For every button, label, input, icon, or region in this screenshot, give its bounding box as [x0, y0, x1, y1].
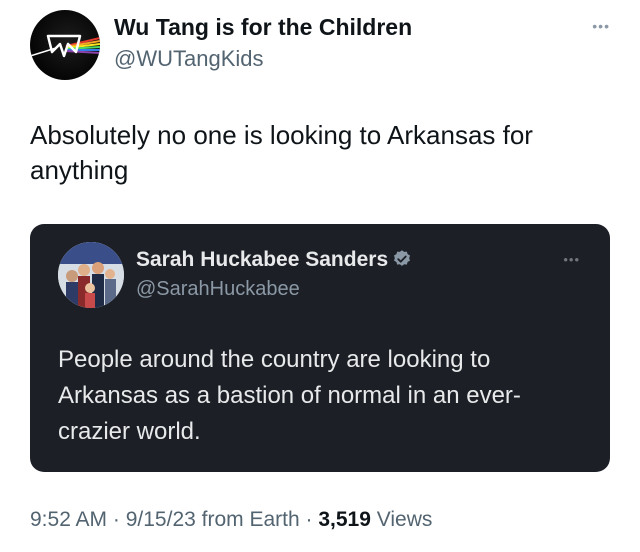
tweet-source: from Earth	[195, 508, 300, 531]
wu-tang-logo-icon	[30, 34, 100, 58]
author-handle[interactable]: @WUTangKids	[114, 46, 264, 72]
quoted-author-display-name[interactable]: Sarah Huckabee Sanders	[136, 248, 412, 272]
author-avatar[interactable]	[30, 10, 100, 80]
views-label: Views	[370, 508, 433, 531]
tweet-metadata: 9:52 AM · 9/15/23 from Earth · 3,519 Vie…	[30, 508, 432, 532]
separator-dot: ·	[299, 508, 319, 531]
tweet-text: Absolutely no one is looking to Arkansas…	[30, 120, 533, 185]
verified-badge-icon	[394, 250, 411, 266]
quoted-author-avatar[interactable]	[58, 242, 124, 308]
family-photo-icon	[58, 242, 124, 308]
quoted-author-name-text: Sarah Huckabee Sanders	[136, 248, 389, 271]
more-options-icon[interactable]: •••	[592, 18, 610, 34]
quoted-tweet-text: People around the country are looking to…	[58, 346, 521, 445]
quoted-tweet[interactable]: Sarah Huckabee Sanders @SarahHuckabee ••…	[30, 224, 610, 472]
quoted-more-options-icon[interactable]: •••	[563, 252, 580, 267]
tweet-date[interactable]: 9/15/23	[126, 508, 196, 531]
separator-dot: ·	[107, 508, 126, 531]
tweet-time[interactable]: 9:52 AM	[30, 508, 107, 531]
author-display-name[interactable]: Wu Tang is for the Children	[114, 14, 412, 41]
views-count[interactable]: 3,519	[318, 508, 371, 531]
quoted-author-handle[interactable]: @SarahHuckabee	[136, 278, 300, 301]
